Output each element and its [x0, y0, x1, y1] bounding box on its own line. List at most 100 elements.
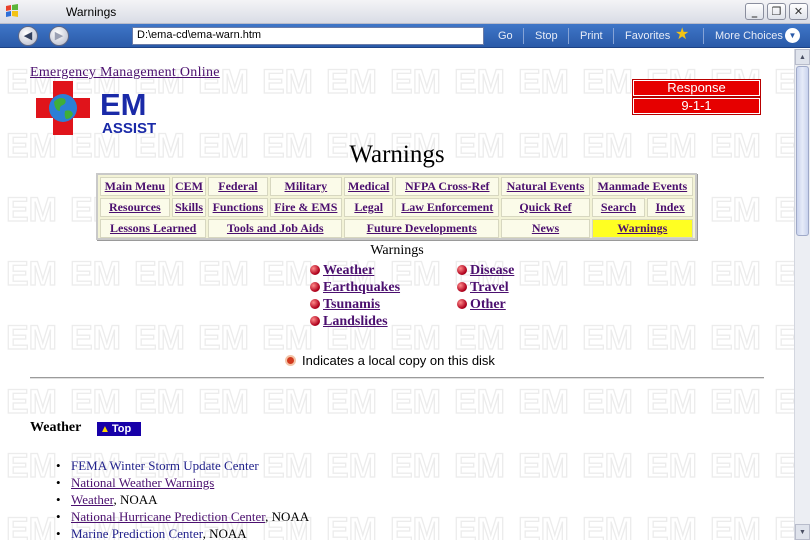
- forward-button[interactable]: ▶: [49, 26, 69, 46]
- browser-logo-icon: [6, 4, 18, 17]
- menu-link-cem[interactable]: CEM: [175, 179, 203, 193]
- scroll-down-arrow-icon[interactable]: ▼: [795, 524, 810, 540]
- menu-item-current[interactable]: Warnings: [591, 219, 693, 238]
- site-title-link[interactable]: Emergency Management Online: [30, 65, 220, 81]
- back-button[interactable]: ◀: [18, 26, 38, 46]
- page-viewport: Emergency Management Online EM ASSIST Re…: [0, 49, 794, 540]
- menu-link-manmade-events[interactable]: Manmade Events: [598, 179, 688, 193]
- menu-link-medical[interactable]: Medical: [348, 179, 389, 193]
- menu-link-skills[interactable]: Skills: [175, 200, 203, 214]
- menu-item[interactable]: Medical: [344, 177, 394, 196]
- toc-link-weather[interactable]: Weather: [323, 263, 374, 278]
- menu-link-federal[interactable]: Federal: [218, 179, 257, 193]
- toc-link-travel[interactable]: Travel: [470, 280, 509, 295]
- menu-link-tools-job-aids[interactable]: Tools and Job Aids: [227, 221, 324, 235]
- toolbar-separator: [613, 28, 614, 44]
- em-assist-logo: EM ASSIST: [36, 81, 156, 137]
- menu-item[interactable]: Military: [269, 177, 343, 196]
- menu-link-main-menu[interactable]: Main Menu: [105, 179, 165, 193]
- weather-link-national-warnings[interactable]: National Weather Warnings: [71, 475, 214, 490]
- menu-item[interactable]: Functions: [208, 198, 268, 217]
- menu-link-news[interactable]: News: [532, 221, 559, 235]
- menu-link-legal[interactable]: Legal: [354, 200, 383, 214]
- top-label: Top: [111, 423, 132, 435]
- print-button[interactable]: Print: [580, 30, 603, 42]
- menu-link-nfpa-cross-ref[interactable]: NFPA Cross-Ref: [405, 179, 490, 193]
- weather-link-hurricane-center[interactable]: National Hurricane Prediction Center: [71, 509, 265, 524]
- favorites-button[interactable]: Favorites: [625, 30, 670, 42]
- vertical-scrollbar[interactable]: ▲ ▼: [794, 49, 810, 540]
- menu-link-quick-ref[interactable]: Quick Ref: [519, 200, 571, 214]
- weather-link-fema-winter[interactable]: FEMA Winter Storm Update Center: [71, 458, 259, 473]
- menu-link-military[interactable]: Military: [285, 179, 328, 193]
- menu-link-search[interactable]: Search: [601, 200, 636, 214]
- toc-link-disease[interactable]: Disease: [470, 263, 514, 278]
- local-copy-text: Indicates a local copy on this disk: [302, 353, 495, 368]
- response-button[interactable]: Response: [632, 79, 761, 97]
- list-item: National Weather Warnings: [56, 474, 309, 491]
- address-field[interactable]: D:\ema-cd\ema-warn.htm: [132, 27, 484, 45]
- emergency-number-button[interactable]: 9-1-1: [632, 97, 761, 115]
- toc-left-column: Weather Earthquakes Tsunamis Landslides: [310, 262, 400, 330]
- menu-link-resources[interactable]: Resources: [109, 200, 161, 214]
- bullet-icon: [457, 265, 467, 275]
- toolbar-separator: [703, 28, 704, 44]
- weather-link-marine-prediction[interactable]: Marine Prediction Center: [71, 526, 203, 540]
- toc-link-earthquakes[interactable]: Earthquakes: [323, 280, 400, 295]
- menu-item[interactable]: Fire & EMS: [269, 198, 343, 217]
- go-button[interactable]: Go: [498, 30, 513, 42]
- close-button[interactable]: ✕: [789, 3, 808, 20]
- menu-link-warnings[interactable]: Warnings: [617, 221, 667, 235]
- menu-item[interactable]: Quick Ref: [501, 198, 590, 217]
- more-choices-button[interactable]: More Choices: [715, 30, 783, 42]
- list-item: Weather, NOAA: [56, 491, 309, 508]
- menu-link-lessons-learned[interactable]: Lessons Learned: [110, 221, 196, 235]
- bullet-icon: [310, 282, 320, 292]
- menu-link-functions[interactable]: Functions: [213, 200, 264, 214]
- section-heading: Warnings: [370, 243, 424, 258]
- star-icon[interactable]: ★: [675, 26, 689, 44]
- menu-item[interactable]: Resources: [100, 198, 170, 217]
- menu-item[interactable]: Search: [591, 198, 646, 217]
- menu-item[interactable]: Skills: [171, 198, 207, 217]
- maximize-button[interactable]: ❐: [767, 3, 786, 20]
- horizontal-divider: [30, 377, 764, 379]
- scroll-up-arrow-icon[interactable]: ▲: [795, 49, 810, 65]
- menu-item[interactable]: Main Menu: [100, 177, 170, 196]
- menu-item[interactable]: Legal: [344, 198, 394, 217]
- chevron-down-icon[interactable]: ▼: [785, 28, 800, 43]
- toc-link-tsunamis[interactable]: Tsunamis: [323, 297, 380, 312]
- menu-item[interactable]: Manmade Events: [591, 177, 693, 196]
- menu-link-natural-events[interactable]: Natural Events: [507, 179, 585, 193]
- menu-item[interactable]: Tools and Job Aids: [208, 219, 343, 238]
- logo-assist-text: ASSIST: [102, 120, 156, 137]
- menu-item[interactable]: NFPA Cross-Ref: [395, 177, 500, 196]
- bullet-icon: [457, 282, 467, 292]
- menu-item[interactable]: Law Enforcement: [395, 198, 500, 217]
- scrollbar-thumb[interactable]: [796, 66, 809, 236]
- toc-link-other[interactable]: Other: [470, 297, 506, 312]
- minimize-button[interactable]: _: [745, 3, 764, 20]
- menu-item[interactable]: Natural Events: [501, 177, 590, 196]
- local-copy-icon: [285, 355, 296, 366]
- main-navigation-menu: Main Menu CEM Federal Military Medical N…: [96, 173, 697, 240]
- menu-link-index[interactable]: Index: [655, 200, 684, 214]
- bullet-icon: [310, 316, 320, 326]
- menu-item[interactable]: CEM: [171, 177, 207, 196]
- top-button[interactable]: ▲ Top: [97, 422, 141, 436]
- page-title: Warnings: [349, 141, 445, 168]
- menu-link-fire-ems[interactable]: Fire & EMS: [274, 200, 337, 214]
- menu-item[interactable]: Index: [647, 198, 693, 217]
- toc-link-landslides[interactable]: Landslides: [323, 314, 388, 329]
- menu-link-law-enforcement[interactable]: Law Enforcement: [401, 200, 493, 214]
- menu-item[interactable]: Lessons Learned: [100, 219, 207, 238]
- menu-item[interactable]: Future Developments: [344, 219, 500, 238]
- menu-item[interactable]: Federal: [208, 177, 268, 196]
- menu-item[interactable]: News: [501, 219, 590, 238]
- weather-link-weather[interactable]: Weather: [71, 492, 113, 507]
- stop-button[interactable]: Stop: [535, 30, 558, 42]
- bullet-icon: [310, 265, 320, 275]
- menu-link-future-developments[interactable]: Future Developments: [367, 221, 477, 235]
- weather-link-list: FEMA Winter Storm Update Center National…: [56, 457, 309, 540]
- response-box: Response 9-1-1: [632, 79, 761, 115]
